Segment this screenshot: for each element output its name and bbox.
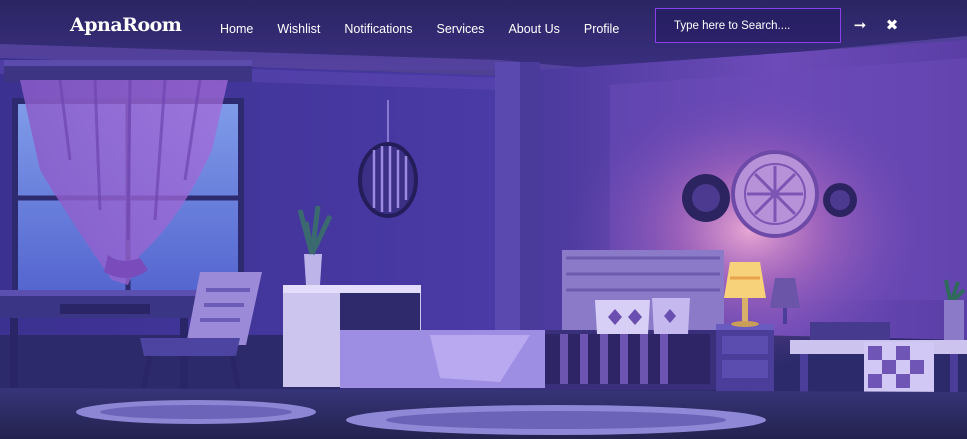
nav-link-services[interactable]: Services (437, 22, 485, 36)
nav-item: Wishlist (277, 18, 320, 37)
arrow-right-icon: ➞ (853, 16, 867, 34)
nav-item: About Us (508, 18, 559, 37)
search-close-button[interactable]: ✖ (882, 14, 902, 36)
nav-item: Home (220, 18, 253, 37)
nav-link-about-us[interactable]: About Us (508, 22, 559, 36)
nav-link-home[interactable]: Home (220, 22, 253, 36)
nav-menu: Home Wishlist Notifications Services Abo… (220, 18, 643, 37)
nav-item: Services (437, 18, 485, 37)
nav-link-notifications[interactable]: Notifications (344, 22, 412, 36)
search-submit-button[interactable]: ➞ (850, 14, 870, 36)
brand-logo[interactable]: ApnaRoom (70, 14, 182, 36)
search-input[interactable] (656, 9, 840, 42)
top-navbar: ApnaRoom Home Wishlist Notifications Ser… (0, 0, 967, 54)
hero-background-illustration (0, 0, 967, 439)
nav-link-wishlist[interactable]: Wishlist (277, 22, 320, 36)
close-icon: ✖ (885, 16, 899, 34)
nav-item: Notifications (344, 18, 412, 37)
search-box (655, 8, 841, 43)
nav-item: Profile (584, 18, 619, 37)
nav-link-profile[interactable]: Profile (584, 22, 619, 36)
